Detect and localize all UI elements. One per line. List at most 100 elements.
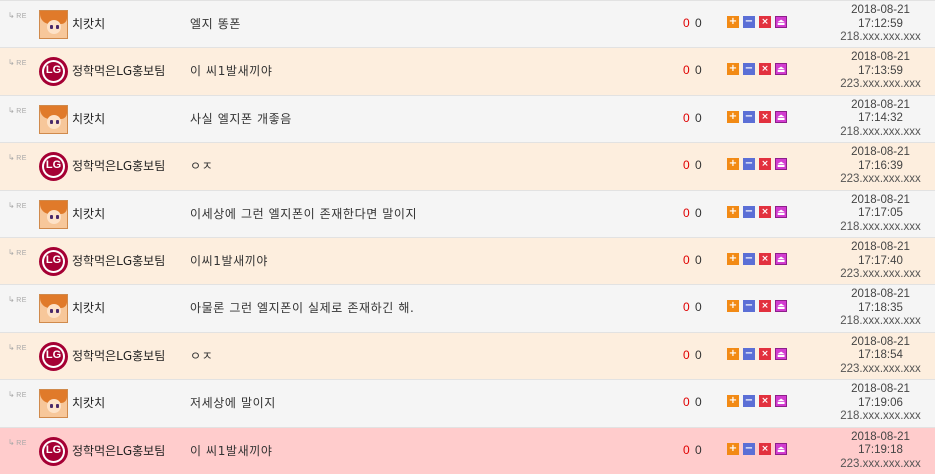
nickname[interactable]: 치캇치 [72, 110, 105, 127]
plus-icon[interactable]: + [727, 110, 739, 123]
lg-logo-avatar[interactable]: LG [39, 341, 68, 371]
minus-icon[interactable]: − [743, 442, 755, 455]
plus-icon[interactable]: + [727, 347, 739, 360]
comment-meta: 2018-08-21 17:18:54 223.xxx.xxx.xxx [833, 336, 928, 377]
lg-logo-glyph: LG [45, 159, 62, 172]
lg-logo-avatar[interactable]: LG [39, 57, 68, 87]
plus-icon[interactable]: + [727, 300, 739, 313]
upvote-count: 0 [683, 158, 690, 173]
alarm-icon[interactable]: ⏏ [775, 253, 787, 265]
anime-avatar[interactable] [39, 389, 68, 419]
close-icon[interactable]: × [759, 395, 771, 408]
nickname[interactable]: 정학먹은LG홍보팀 [72, 252, 165, 269]
minus-icon[interactable]: − [743, 110, 755, 123]
plus-icon[interactable]: + [727, 158, 739, 171]
avatar-eye [56, 119, 59, 124]
lg-logo-avatar[interactable]: LG [39, 436, 68, 466]
plus-icon[interactable]: + [727, 16, 739, 28]
comment-time: 17:17:40 [858, 254, 903, 267]
minus-icon[interactable]: − [743, 347, 755, 360]
nickname[interactable]: 정학먹은LG홍보팀 [72, 157, 165, 174]
comment-ip: 218.xxx.xxx.xxx [840, 220, 921, 233]
nickname[interactable]: 치캇치 [72, 205, 105, 222]
downvote-count: 0 [695, 205, 702, 220]
reply-marker: ↳RE [8, 105, 27, 115]
comment-time: 17:19:18 [858, 444, 903, 457]
close-icon[interactable]: × [759, 16, 771, 28]
comment-time: 17:16:39 [858, 159, 903, 172]
lg-logo-avatar[interactable]: LG [39, 247, 68, 276]
alarm-icon[interactable]: ⏏ [775, 16, 787, 28]
plus-icon[interactable]: + [727, 205, 739, 218]
minus-icon[interactable]: − [743, 158, 755, 171]
comment-ip: 218.xxx.xxx.xxx [840, 31, 921, 43]
nickname[interactable]: 정학먹은LG홍보팀 [72, 347, 165, 364]
close-icon[interactable]: × [759, 300, 771, 313]
reply-marker: ↳RE [8, 153, 27, 163]
reply-marker: ↳RE [8, 11, 27, 20]
comment-ip: 218.xxx.xxx.xxx [840, 125, 921, 138]
reply-marker: ↳RE [8, 437, 27, 447]
alarm-icon[interactable]: ⏏ [775, 110, 787, 123]
comment-text: 아물론 그런 엘지폰이 실제로 존재하긴 해. [190, 301, 415, 316]
anime-avatar[interactable] [39, 104, 68, 134]
nickname[interactable]: 정학먹은LG홍보팀 [72, 442, 165, 459]
reply-marker: ↳RE [8, 295, 27, 305]
anime-avatar[interactable] [39, 294, 68, 324]
plus-icon[interactable]: + [727, 395, 739, 408]
anime-avatar[interactable] [39, 199, 68, 229]
minus-icon[interactable]: − [743, 253, 755, 265]
close-icon[interactable]: × [759, 442, 771, 455]
comment-ip: 218.xxx.xxx.xxx [840, 410, 921, 423]
alarm-icon[interactable]: ⏏ [775, 347, 787, 360]
minus-icon[interactable]: − [743, 16, 755, 28]
anime-avatar[interactable] [39, 10, 68, 39]
alarm-icon[interactable]: ⏏ [775, 395, 787, 408]
alarm-icon[interactable]: ⏏ [775, 300, 787, 313]
minus-icon[interactable]: − [743, 205, 755, 218]
comment-date: 2018-08-21 [851, 98, 910, 111]
minus-icon[interactable]: − [743, 395, 755, 408]
comment-meta: 2018-08-21 17:19:18 223.xxx.xxx.xxx [833, 431, 928, 472]
reply-arrow-icon: ↳ [8, 11, 16, 20]
nickname[interactable]: 치캇치 [72, 394, 105, 411]
comment-text: 이 씨1발새끼야 [190, 443, 273, 458]
plus-icon[interactable]: + [727, 253, 739, 265]
reply-arrow-icon: ↳ [8, 295, 16, 305]
nickname[interactable]: 정학먹은LG홍보팀 [72, 62, 165, 79]
minus-icon[interactable]: − [743, 300, 755, 313]
nickname[interactable]: 치캇치 [72, 15, 105, 32]
avatar-eye [56, 309, 59, 314]
alarm-icon[interactable]: ⏏ [775, 442, 787, 455]
lg-logo-glyph: LG [45, 64, 62, 77]
reply-arrow-icon: ↳ [8, 58, 16, 68]
comment-ip: 223.xxx.xxx.xxx [840, 268, 921, 280]
downvote-count: 0 [695, 63, 702, 78]
comment-date: 2018-08-21 [851, 4, 910, 16]
close-icon[interactable]: × [759, 205, 771, 218]
reply-marker: ↳RE [8, 200, 27, 210]
plus-icon[interactable]: + [727, 442, 739, 455]
alarm-icon[interactable]: ⏏ [775, 63, 787, 76]
comment-row: ↳RE 치캇치 사실 엘지폰 개좋음 0 0 + − × ⏏ 2018-08-2… [0, 94, 935, 143]
comment-meta: 2018-08-21 17:18:35 218.xxx.xxx.xxx [833, 288, 928, 329]
minus-icon[interactable]: − [743, 63, 755, 76]
close-icon[interactable]: × [759, 110, 771, 123]
comment-date: 2018-08-21 [851, 241, 910, 253]
downvote-count: 0 [695, 253, 702, 267]
comment-date: 2018-08-21 [851, 383, 910, 396]
plus-icon[interactable]: + [727, 63, 739, 76]
close-icon[interactable]: × [759, 253, 771, 265]
alarm-icon[interactable]: ⏏ [775, 205, 787, 218]
upvote-count: 0 [683, 253, 690, 267]
alarm-icon[interactable]: ⏏ [775, 158, 787, 171]
lg-logo-glyph: LG [45, 443, 62, 456]
comment-row: ↳RE LG 정학먹은LG홍보팀 ㅇㅈ 0 0 + − × ⏏ 2018-08-… [0, 331, 935, 380]
close-icon[interactable]: × [759, 63, 771, 76]
close-icon[interactable]: × [759, 347, 771, 360]
lg-logo-avatar[interactable]: LG [39, 152, 68, 182]
close-icon[interactable]: × [759, 158, 771, 171]
comment-ip: 223.xxx.xxx.xxx [840, 173, 921, 186]
nickname[interactable]: 치캇치 [72, 299, 105, 316]
comment-date: 2018-08-21 [851, 51, 910, 64]
